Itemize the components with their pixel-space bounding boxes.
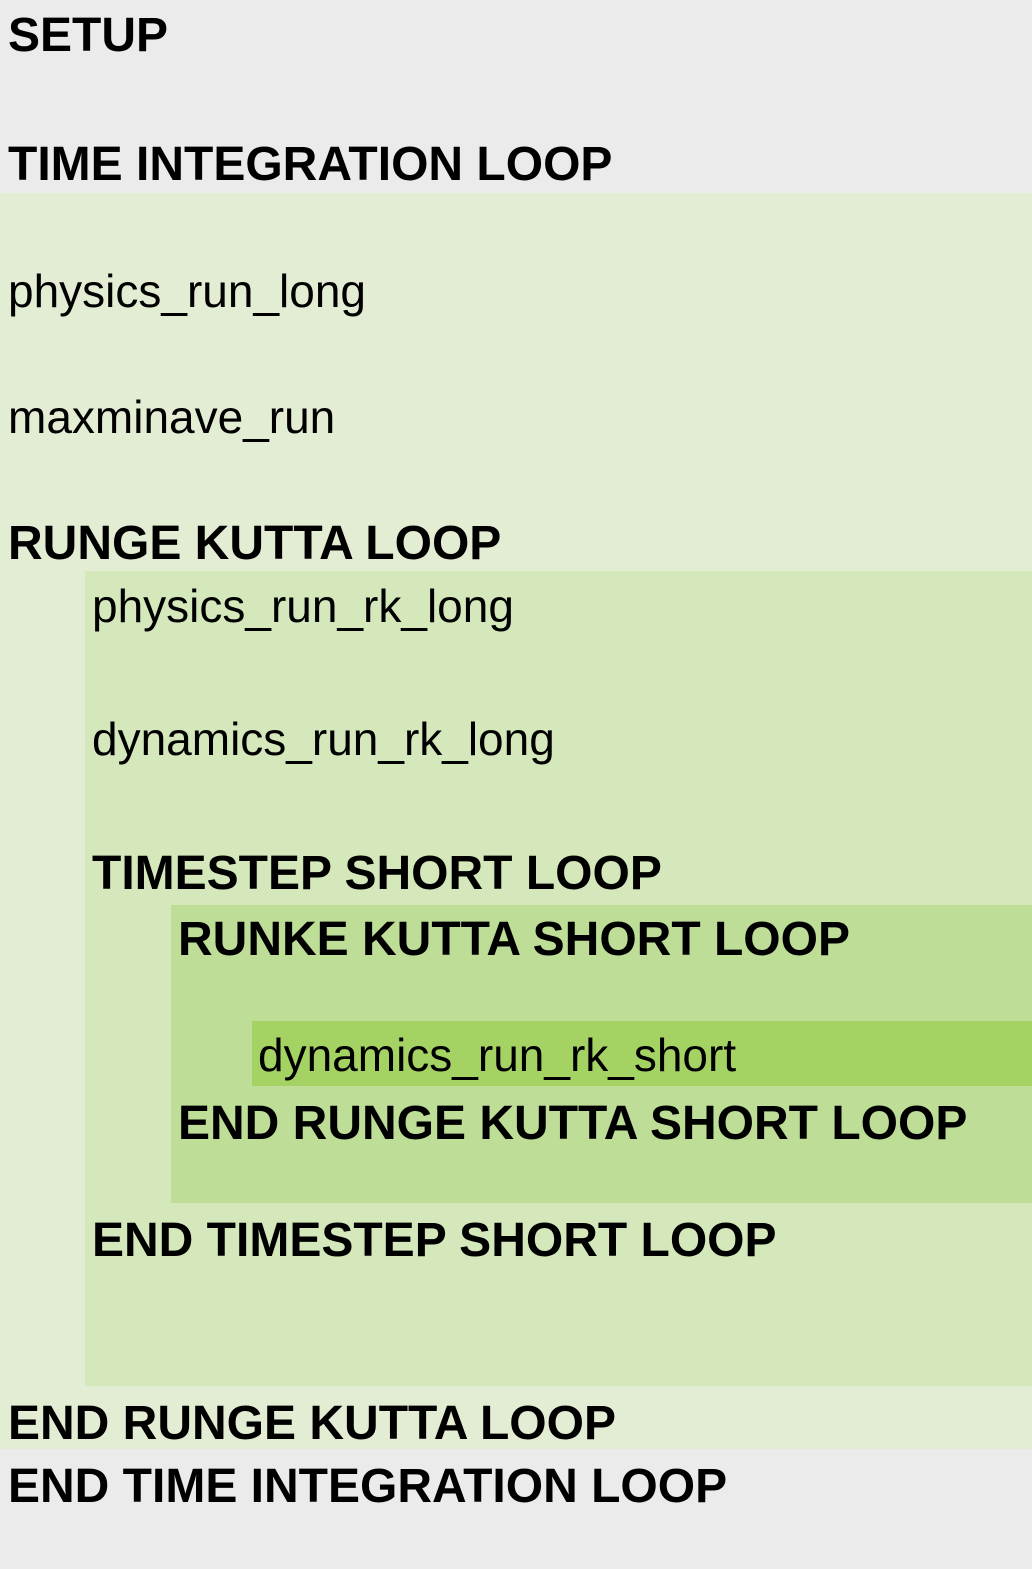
end-rk-loop-label: END RUNGE KUTTA LOOP bbox=[8, 1397, 616, 1450]
end-rk-short-loop-label: END RUNGE KUTTA SHORT LOOP bbox=[178, 1097, 968, 1150]
maxminave-run-label: maxminave_run bbox=[8, 391, 336, 443]
setup-label: SETUP bbox=[8, 9, 169, 62]
dynamics-run-rk-long-label: dynamics_run_rk_long bbox=[92, 713, 555, 765]
end-timestep-short-loop-label: END TIMESTEP SHORT LOOP bbox=[92, 1214, 777, 1267]
end-time-loop-label: END TIME INTEGRATION LOOP bbox=[8, 1460, 728, 1513]
dynamics-run-rk-short-label: dynamics_run_rk_short bbox=[258, 1029, 737, 1081]
time-loop-label: TIME INTEGRATION LOOP bbox=[8, 138, 613, 191]
loop-structure-diagram: SETUP TIME INTEGRATION LOOP physics_run_… bbox=[0, 0, 1032, 1569]
rk-loop-label: RUNGE KUTTA LOOP bbox=[8, 517, 502, 570]
rk-short-loop-label: RUNKE KUTTA SHORT LOOP bbox=[178, 913, 850, 966]
timestep-short-loop-label: TIMESTEP SHORT LOOP bbox=[92, 847, 662, 900]
physics-run-long-label: physics_run_long bbox=[8, 265, 367, 317]
physics-run-rk-long-label: physics_run_rk_long bbox=[92, 580, 514, 632]
